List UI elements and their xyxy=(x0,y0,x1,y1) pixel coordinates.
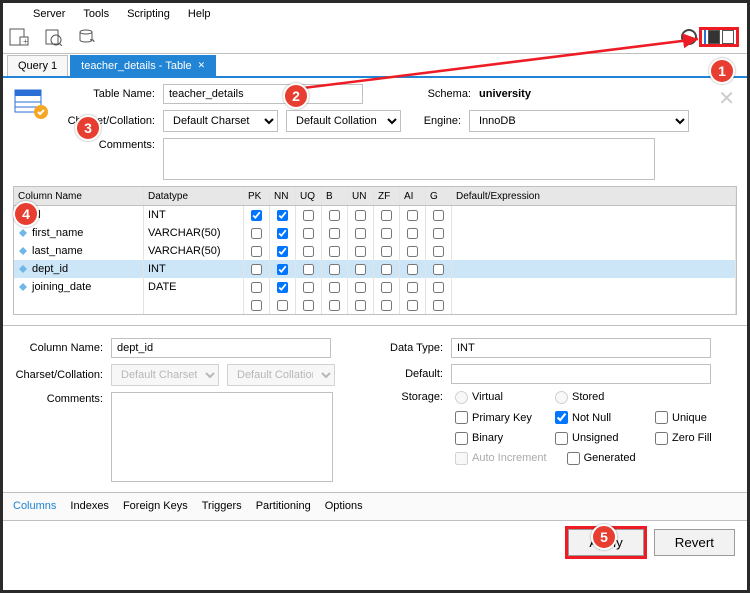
opt-pk[interactable]: Primary Key xyxy=(455,411,535,425)
table-row[interactable]: idINT xyxy=(14,206,736,224)
opt-virtual[interactable]: Virtual xyxy=(455,390,535,404)
bottom-tab-indexes[interactable]: Indexes xyxy=(70,499,109,513)
engine-label: Engine: xyxy=(409,114,461,128)
col-header-default[interactable]: Default/Expression xyxy=(452,187,736,205)
badge-1: 1 xyxy=(709,58,735,84)
opt-binary[interactable]: Binary xyxy=(455,431,535,445)
view-mode-b-icon[interactable] xyxy=(722,30,734,44)
opt-unique[interactable]: Unique xyxy=(655,411,735,425)
menu-tools[interactable]: Tools xyxy=(83,7,109,21)
menu-scripting[interactable]: Scripting xyxy=(127,7,170,21)
close-editor-icon[interactable]: ✕ xyxy=(718,86,735,112)
table-row[interactable]: last_nameVARCHAR(50) xyxy=(14,242,736,260)
detail-tabstrip: Columns Indexes Foreign Keys Triggers Pa… xyxy=(3,492,747,520)
table-name-label: Table Name: xyxy=(65,87,155,101)
table-row[interactable] xyxy=(14,296,736,314)
col-header-ai[interactable]: AI xyxy=(400,187,426,205)
col-header-pk[interactable]: PK xyxy=(244,187,270,205)
revert-button[interactable]: Revert xyxy=(654,529,735,556)
col-header-un[interactable]: UN xyxy=(348,187,374,205)
bottom-tab-partitioning[interactable]: Partitioning xyxy=(256,499,311,513)
view-switcher[interactable] xyxy=(699,27,739,47)
badge-3: 3 xyxy=(75,115,101,141)
toolbar: + xyxy=(3,25,747,54)
opt-gen[interactable]: Generated xyxy=(567,451,647,465)
detail-default-label: Default: xyxy=(383,367,443,381)
settings-gear-icon[interactable] xyxy=(681,29,697,45)
badge-5: 5 xyxy=(591,524,617,550)
detail-comments-textarea[interactable] xyxy=(111,392,333,482)
detail-name-input[interactable] xyxy=(111,338,331,358)
table-row[interactable]: dept_idINT xyxy=(14,260,736,278)
tab-teacher-details-label: teacher_details - Table xyxy=(81,59,191,73)
bottom-tab-options[interactable]: Options xyxy=(325,499,363,513)
comments-textarea[interactable] xyxy=(163,138,655,180)
opt-ai: Auto Increment xyxy=(455,451,547,465)
collation-select[interactable]: Default Collation xyxy=(286,110,401,132)
detail-charset-label: Charset/Collation: xyxy=(13,368,103,382)
bottom-tab-fk[interactable]: Foreign Keys xyxy=(123,499,188,513)
badge-4: 4 xyxy=(13,201,39,227)
tab-teacher-details[interactable]: teacher_details - Table ✕ xyxy=(70,55,216,76)
col-header-uq[interactable]: UQ xyxy=(296,187,322,205)
menu-server[interactable]: Server xyxy=(33,7,65,21)
menubar: Server Tools Scripting Help xyxy=(3,3,747,25)
opt-unsigned[interactable]: Unsigned xyxy=(555,431,635,445)
col-header-b[interactable]: B xyxy=(322,187,348,205)
column-detail: Column Name: Charset/Collation: Default … xyxy=(3,325,747,492)
columns-grid: Column Name Datatype PK NN UQ B UN ZF AI… xyxy=(13,186,737,315)
col-header-zf[interactable]: ZF xyxy=(374,187,400,205)
tab-query1[interactable]: Query 1 xyxy=(7,55,68,76)
col-header-datatype[interactable]: Datatype xyxy=(144,187,244,205)
detail-charset-select: Default Charset xyxy=(111,364,219,386)
opt-zero[interactable]: Zero Fill xyxy=(655,431,735,445)
col-header-g[interactable]: G xyxy=(426,187,452,205)
table-name-input[interactable] xyxy=(163,84,363,104)
table-row[interactable]: first_nameVARCHAR(50) xyxy=(14,224,736,242)
new-sql-icon[interactable]: + xyxy=(9,27,29,47)
footer: Apply Revert xyxy=(3,521,747,564)
svg-text:+: + xyxy=(23,37,28,46)
view-mode-a-icon[interactable] xyxy=(708,30,720,44)
engine-select[interactable]: InnoDB xyxy=(469,110,689,132)
detail-name-label: Column Name: xyxy=(13,341,103,355)
table-editor: ✕ Table Name: Schema: university Charset… xyxy=(3,78,747,315)
detail-datatype-label: Data Type: xyxy=(383,341,443,355)
editor-tabstrip: Query 1 teacher_details - Table ✕ xyxy=(3,54,747,78)
detail-comments-label: Comments: xyxy=(13,392,103,406)
bottom-tab-triggers[interactable]: Triggers xyxy=(202,499,242,513)
db-icon[interactable] xyxy=(77,27,97,47)
bottom-tab-columns[interactable]: Columns xyxy=(13,499,56,513)
menu-help[interactable]: Help xyxy=(188,7,211,21)
table-row[interactable]: joining_dateDATE xyxy=(14,278,736,296)
detail-default-input[interactable] xyxy=(451,364,711,384)
open-sql-icon[interactable] xyxy=(43,27,63,47)
badge-2: 2 xyxy=(283,83,309,109)
col-header-nn[interactable]: NN xyxy=(270,187,296,205)
schema-label: Schema: xyxy=(419,87,471,101)
tab-query1-label: Query 1 xyxy=(18,59,57,73)
close-tab-icon[interactable]: ✕ xyxy=(198,60,206,72)
charset-select[interactable]: Default Charset xyxy=(163,110,278,132)
detail-collation-select: Default Collation xyxy=(227,364,335,386)
schema-value: university xyxy=(479,87,531,101)
detail-storage-label: Storage: xyxy=(383,390,443,404)
table-icon xyxy=(13,86,49,122)
opt-stored[interactable]: Stored xyxy=(555,390,635,404)
detail-datatype-input[interactable] xyxy=(451,338,711,358)
grid-header: Column Name Datatype PK NN UQ B UN ZF AI… xyxy=(14,187,736,206)
comments-label: Comments: xyxy=(65,138,155,152)
opt-nn[interactable]: Not Null xyxy=(555,411,635,425)
